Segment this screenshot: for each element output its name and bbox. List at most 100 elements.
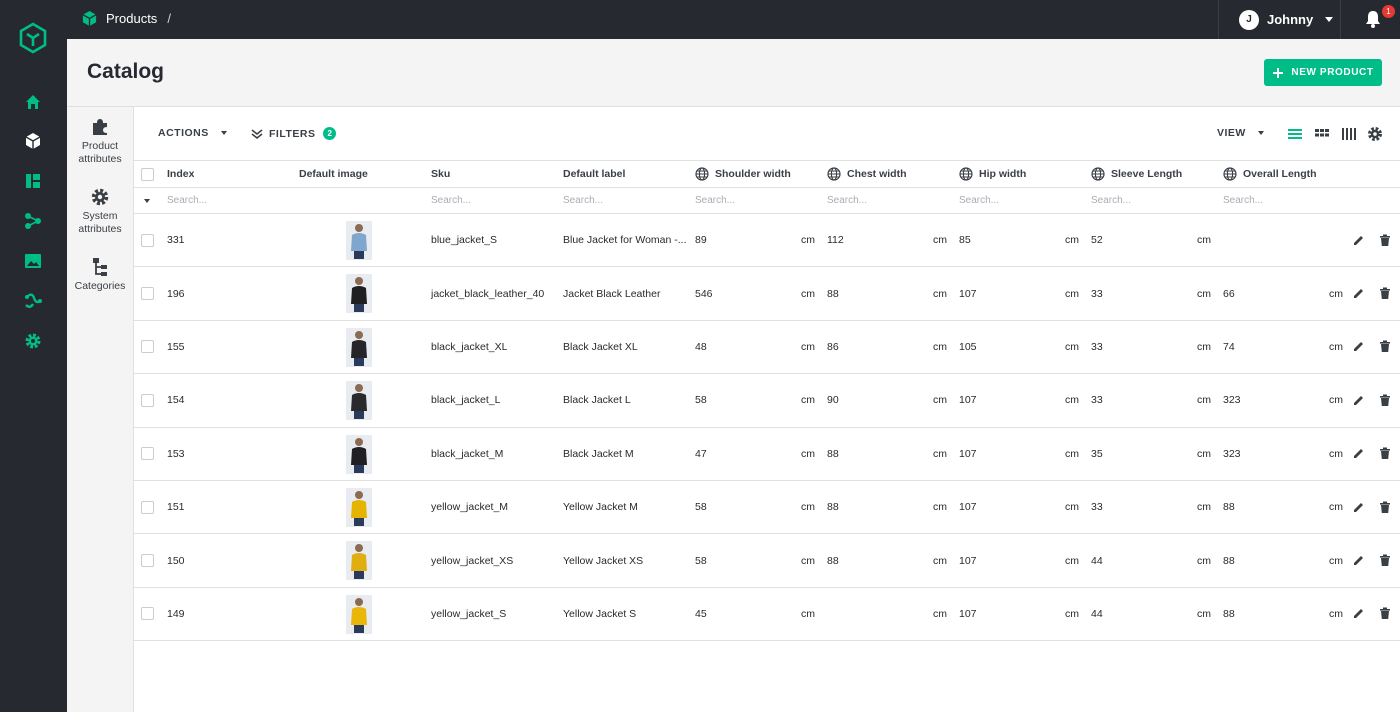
- delete-icon[interactable]: [1379, 588, 1391, 640]
- breadcrumb-products-link[interactable]: Products: [106, 11, 157, 26]
- delete-icon[interactable]: [1379, 321, 1391, 373]
- integrations-icon[interactable]: [22, 290, 44, 312]
- sidepanel-item-product-attributes[interactable]: Product attributes: [67, 117, 133, 166]
- table-row[interactable]: 149 yellow_jacket_S Yellow Jacket S 45 cm cm 1…: [134, 588, 1400, 642]
- cell-overall[interactable]: 88: [1223, 588, 1235, 640]
- user-menu[interactable]: J Johnny: [1218, 0, 1341, 39]
- media-icon[interactable]: [22, 250, 44, 272]
- column-search-input[interactable]: Search...: [563, 188, 603, 213]
- cell-default-label[interactable]: Jacket Black Leather: [563, 267, 688, 319]
- product-image-thumbnail[interactable]: [346, 381, 372, 421]
- edit-icon[interactable]: [1352, 321, 1365, 373]
- cell-shoulder[interactable]: 58: [695, 374, 707, 426]
- row-checkbox[interactable]: [141, 374, 154, 426]
- cell-sleeve[interactable]: 33: [1091, 481, 1103, 533]
- product-image-thumbnail[interactable]: [346, 221, 372, 260]
- actions-dropdown[interactable]: ACTIONS: [158, 127, 227, 139]
- select-all-checkbox[interactable]: [141, 161, 154, 187]
- cell-hip[interactable]: 107: [959, 428, 977, 480]
- cell-default-label[interactable]: Yellow Jacket M: [563, 481, 688, 533]
- cell-default-label[interactable]: Black Jacket M: [563, 428, 688, 480]
- delete-icon[interactable]: [1379, 481, 1391, 533]
- column-search-input[interactable]: Search...: [695, 188, 735, 213]
- cell-shoulder[interactable]: 45: [695, 588, 707, 640]
- cell-default-label[interactable]: Black Jacket XL: [563, 321, 688, 373]
- column-search-input[interactable]: Search...: [431, 188, 471, 213]
- list-view-icon[interactable]: [1287, 126, 1303, 142]
- table-row[interactable]: 331 blue_jacket_S Blue Jacket for Woman -.…: [134, 214, 1400, 268]
- cell-chest[interactable]: 88: [827, 481, 839, 533]
- column-search-input[interactable]: Search...: [1091, 188, 1131, 213]
- column-header[interactable]: Overall Length: [1223, 161, 1317, 187]
- delete-icon[interactable]: [1379, 214, 1391, 266]
- column-search-input[interactable]: Search...: [827, 188, 867, 213]
- cell-sleeve[interactable]: 33: [1091, 321, 1103, 373]
- cell-index[interactable]: 331: [167, 214, 185, 266]
- cell-index[interactable]: 155: [167, 321, 185, 373]
- cell-shoulder[interactable]: 48: [695, 321, 707, 373]
- sidepanel-item-categories[interactable]: Categories: [67, 257, 133, 293]
- cell-overall[interactable]: 74: [1223, 321, 1235, 373]
- cell-index[interactable]: 153: [167, 428, 185, 480]
- filter-toggle-caret[interactable]: [144, 188, 150, 213]
- view-dropdown[interactable]: VIEW: [1217, 127, 1264, 139]
- cell-hip[interactable]: 107: [959, 374, 977, 426]
- column-view-icon[interactable]: [1341, 126, 1357, 142]
- cell-overall[interactable]: 88: [1223, 534, 1235, 586]
- edit-icon[interactable]: [1352, 481, 1365, 533]
- cell-shoulder[interactable]: 47: [695, 428, 707, 480]
- cell-sku[interactable]: black_jacket_M: [431, 428, 503, 480]
- products-icon[interactable]: [22, 130, 44, 152]
- grid-settings-gear-icon[interactable]: [1367, 126, 1383, 142]
- cell-index[interactable]: 150: [167, 534, 185, 586]
- cell-chest[interactable]: 88: [827, 428, 839, 480]
- table-row[interactable]: 153 black_jacket_M Black Jacket M 47 cm 88 cm 1…: [134, 428, 1400, 481]
- column-header[interactable]: Index: [167, 161, 194, 187]
- new-product-button[interactable]: NEW PRODUCT: [1264, 59, 1382, 86]
- cell-default-label[interactable]: Yellow Jacket S: [563, 588, 688, 640]
- row-checkbox[interactable]: [141, 267, 154, 319]
- delete-icon[interactable]: [1379, 374, 1391, 426]
- cell-sleeve[interactable]: 52: [1091, 214, 1103, 266]
- cell-sku[interactable]: yellow_jacket_XS: [431, 534, 513, 586]
- cell-sku[interactable]: yellow_jacket_M: [431, 481, 508, 533]
- row-checkbox[interactable]: [141, 214, 154, 266]
- column-header[interactable]: Shoulder width: [695, 161, 791, 187]
- settings-icon[interactable]: [22, 330, 44, 352]
- cell-chest[interactable]: 90: [827, 374, 839, 426]
- cell-index[interactable]: 151: [167, 481, 185, 533]
- cell-shoulder[interactable]: 89: [695, 214, 707, 266]
- cell-sku[interactable]: yellow_jacket_S: [431, 588, 506, 640]
- cell-sku[interactable]: jacket_black_leather_40: [431, 267, 544, 319]
- edit-icon[interactable]: [1352, 214, 1365, 266]
- cell-overall[interactable]: 66: [1223, 267, 1235, 319]
- row-checkbox[interactable]: [141, 428, 154, 480]
- table-row[interactable]: 154 black_jacket_L Black Jacket L 58 cm 90 cm 1…: [134, 374, 1400, 428]
- column-header[interactable]: Default label: [563, 161, 625, 187]
- cell-overall[interactable]: 88: [1223, 481, 1235, 533]
- sidepanel-item-system-attributes[interactable]: System attributes: [67, 187, 133, 236]
- cell-sku[interactable]: black_jacket_L: [431, 374, 500, 426]
- column-header[interactable]: Hip width: [959, 161, 1026, 187]
- cell-sku[interactable]: black_jacket_XL: [431, 321, 507, 373]
- column-header[interactable]: Sleeve Length: [1091, 161, 1182, 187]
- home-icon[interactable]: [22, 91, 44, 113]
- table-row[interactable]: 155 black_jacket_XL Black Jacket XL 48 cm 86 c…: [134, 321, 1400, 375]
- cell-sleeve[interactable]: 33: [1091, 267, 1103, 319]
- cell-chest[interactable]: 88: [827, 534, 839, 586]
- product-image-thumbnail[interactable]: [346, 487, 372, 527]
- column-search-input[interactable]: Search...: [959, 188, 999, 213]
- cell-shoulder[interactable]: 546: [695, 267, 713, 319]
- workflow-icon[interactable]: [22, 210, 44, 232]
- product-image-thumbnail[interactable]: [346, 434, 372, 474]
- row-checkbox[interactable]: [141, 534, 154, 586]
- filters-button[interactable]: FILTERS 2: [251, 127, 337, 140]
- column-header[interactable]: Sku: [431, 161, 450, 187]
- dashboard-icon[interactable]: [22, 170, 44, 192]
- delete-icon[interactable]: [1379, 428, 1391, 480]
- product-image-thumbnail[interactable]: [346, 541, 372, 581]
- edit-icon[interactable]: [1352, 534, 1365, 586]
- cell-index[interactable]: 154: [167, 374, 185, 426]
- cell-hip[interactable]: 107: [959, 267, 977, 319]
- delete-icon[interactable]: [1379, 267, 1391, 319]
